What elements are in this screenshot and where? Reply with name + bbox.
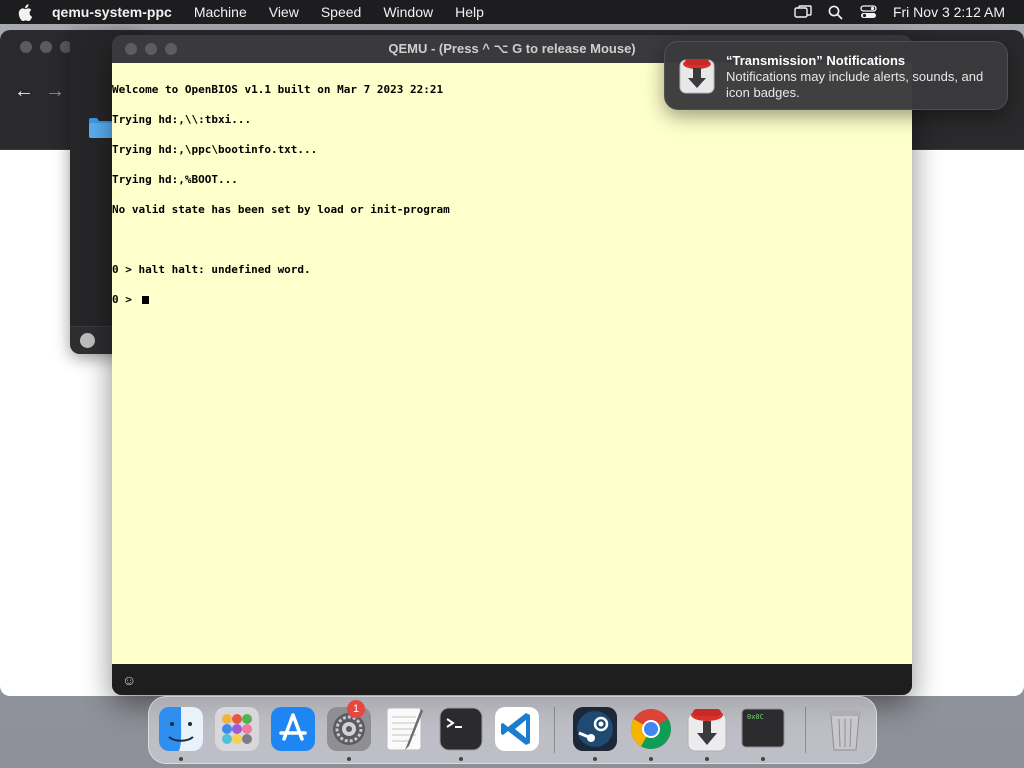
menu-speed[interactable]: Speed (321, 4, 361, 20)
running-indicator (347, 757, 351, 761)
menu-clock[interactable]: Fri Nov 3 2:12 AM (893, 4, 1005, 20)
screen-mirror-icon[interactable] (794, 4, 812, 20)
qemu-window-title: QEMU - (Press ^ ⌥ G to release Mouse) (388, 41, 636, 56)
console-icon[interactable]: 0x0C (739, 705, 787, 753)
dock-separator (554, 707, 555, 753)
running-indicator (459, 757, 463, 761)
menu-help[interactable]: Help (455, 4, 484, 20)
dock: 0x0C (148, 696, 877, 764)
console-cursor (141, 296, 149, 304)
vscode-icon[interactable] (493, 705, 541, 753)
running-indicator (179, 757, 183, 761)
menu-window[interactable]: Window (383, 4, 433, 20)
forward-arrow-icon[interactable]: → (45, 80, 65, 103)
menu-app-name[interactable]: qemu-system-ppc (52, 4, 172, 20)
running-indicator (649, 757, 653, 761)
terminal-icon[interactable] (437, 705, 485, 753)
qemu-console[interactable]: Welcome to OpenBIOS v1.1 built on Mar 7 … (112, 63, 912, 664)
background-window-controls (20, 41, 72, 53)
control-center-icon[interactable] (860, 4, 878, 20)
qemu-minimize-button[interactable] (145, 43, 157, 55)
more-options-icon[interactable] (80, 333, 95, 348)
smiley-icon[interactable]: ☺ (122, 672, 136, 688)
trash-icon[interactable] (821, 705, 869, 753)
console-line: Trying hd:,%BOOT... (112, 173, 238, 186)
app-store-icon[interactable] (269, 705, 317, 753)
notification-banner[interactable]: “Transmission” Notifications Notificatio… (664, 41, 1008, 110)
dock-separator (805, 707, 806, 753)
notification-badge: 1 (347, 700, 365, 718)
menu-machine[interactable]: Machine (194, 4, 247, 20)
apple-menu-icon[interactable] (18, 3, 34, 21)
qemu-statusbar: ☺ (112, 664, 912, 695)
notification-title: “Transmission” Notifications (726, 53, 906, 68)
qemu-window[interactable]: QEMU - (Press ^ ⌥ G to release Mouse) We… (112, 35, 912, 695)
transmission-icon[interactable] (683, 705, 731, 753)
qemu-window-controls (125, 43, 177, 55)
minimize-button[interactable] (40, 41, 52, 53)
console-line: Trying hd:,\ppc\bootinfo.txt... (112, 143, 318, 156)
qemu-close-button[interactable] (125, 43, 137, 55)
qemu-zoom-button[interactable] (165, 43, 177, 55)
console-line: No valid state has been set by load or i… (112, 203, 450, 216)
back-arrow-icon[interactable]: ← (14, 80, 34, 103)
running-indicator (593, 757, 597, 761)
transmission-icon (679, 56, 715, 94)
console-line: 0 > halt halt: undefined word. (112, 263, 311, 276)
console-line: Trying hd:,\\:tbxi... (112, 113, 252, 126)
notification-body: Notifications may include alerts, sounds… (726, 69, 984, 100)
running-indicator (761, 757, 765, 761)
menu-bar: qemu-system-ppc Machine View Speed Windo… (0, 0, 1024, 24)
console-prompt-line[interactable]: 0 > (112, 293, 912, 306)
finder-icon[interactable] (157, 705, 205, 753)
search-icon[interactable] (827, 4, 845, 20)
steam-icon[interactable] (571, 705, 619, 753)
folder-icon[interactable] (88, 116, 114, 140)
menu-view[interactable]: View (269, 4, 299, 20)
running-indicator (705, 757, 709, 761)
console-icon-label: 0x0C (747, 713, 764, 721)
close-button[interactable] (20, 41, 32, 53)
chrome-icon[interactable] (627, 705, 675, 753)
launchpad-icon[interactable] (213, 705, 261, 753)
console-prompt: 0 > (112, 293, 139, 306)
textedit-icon[interactable] (381, 705, 429, 753)
